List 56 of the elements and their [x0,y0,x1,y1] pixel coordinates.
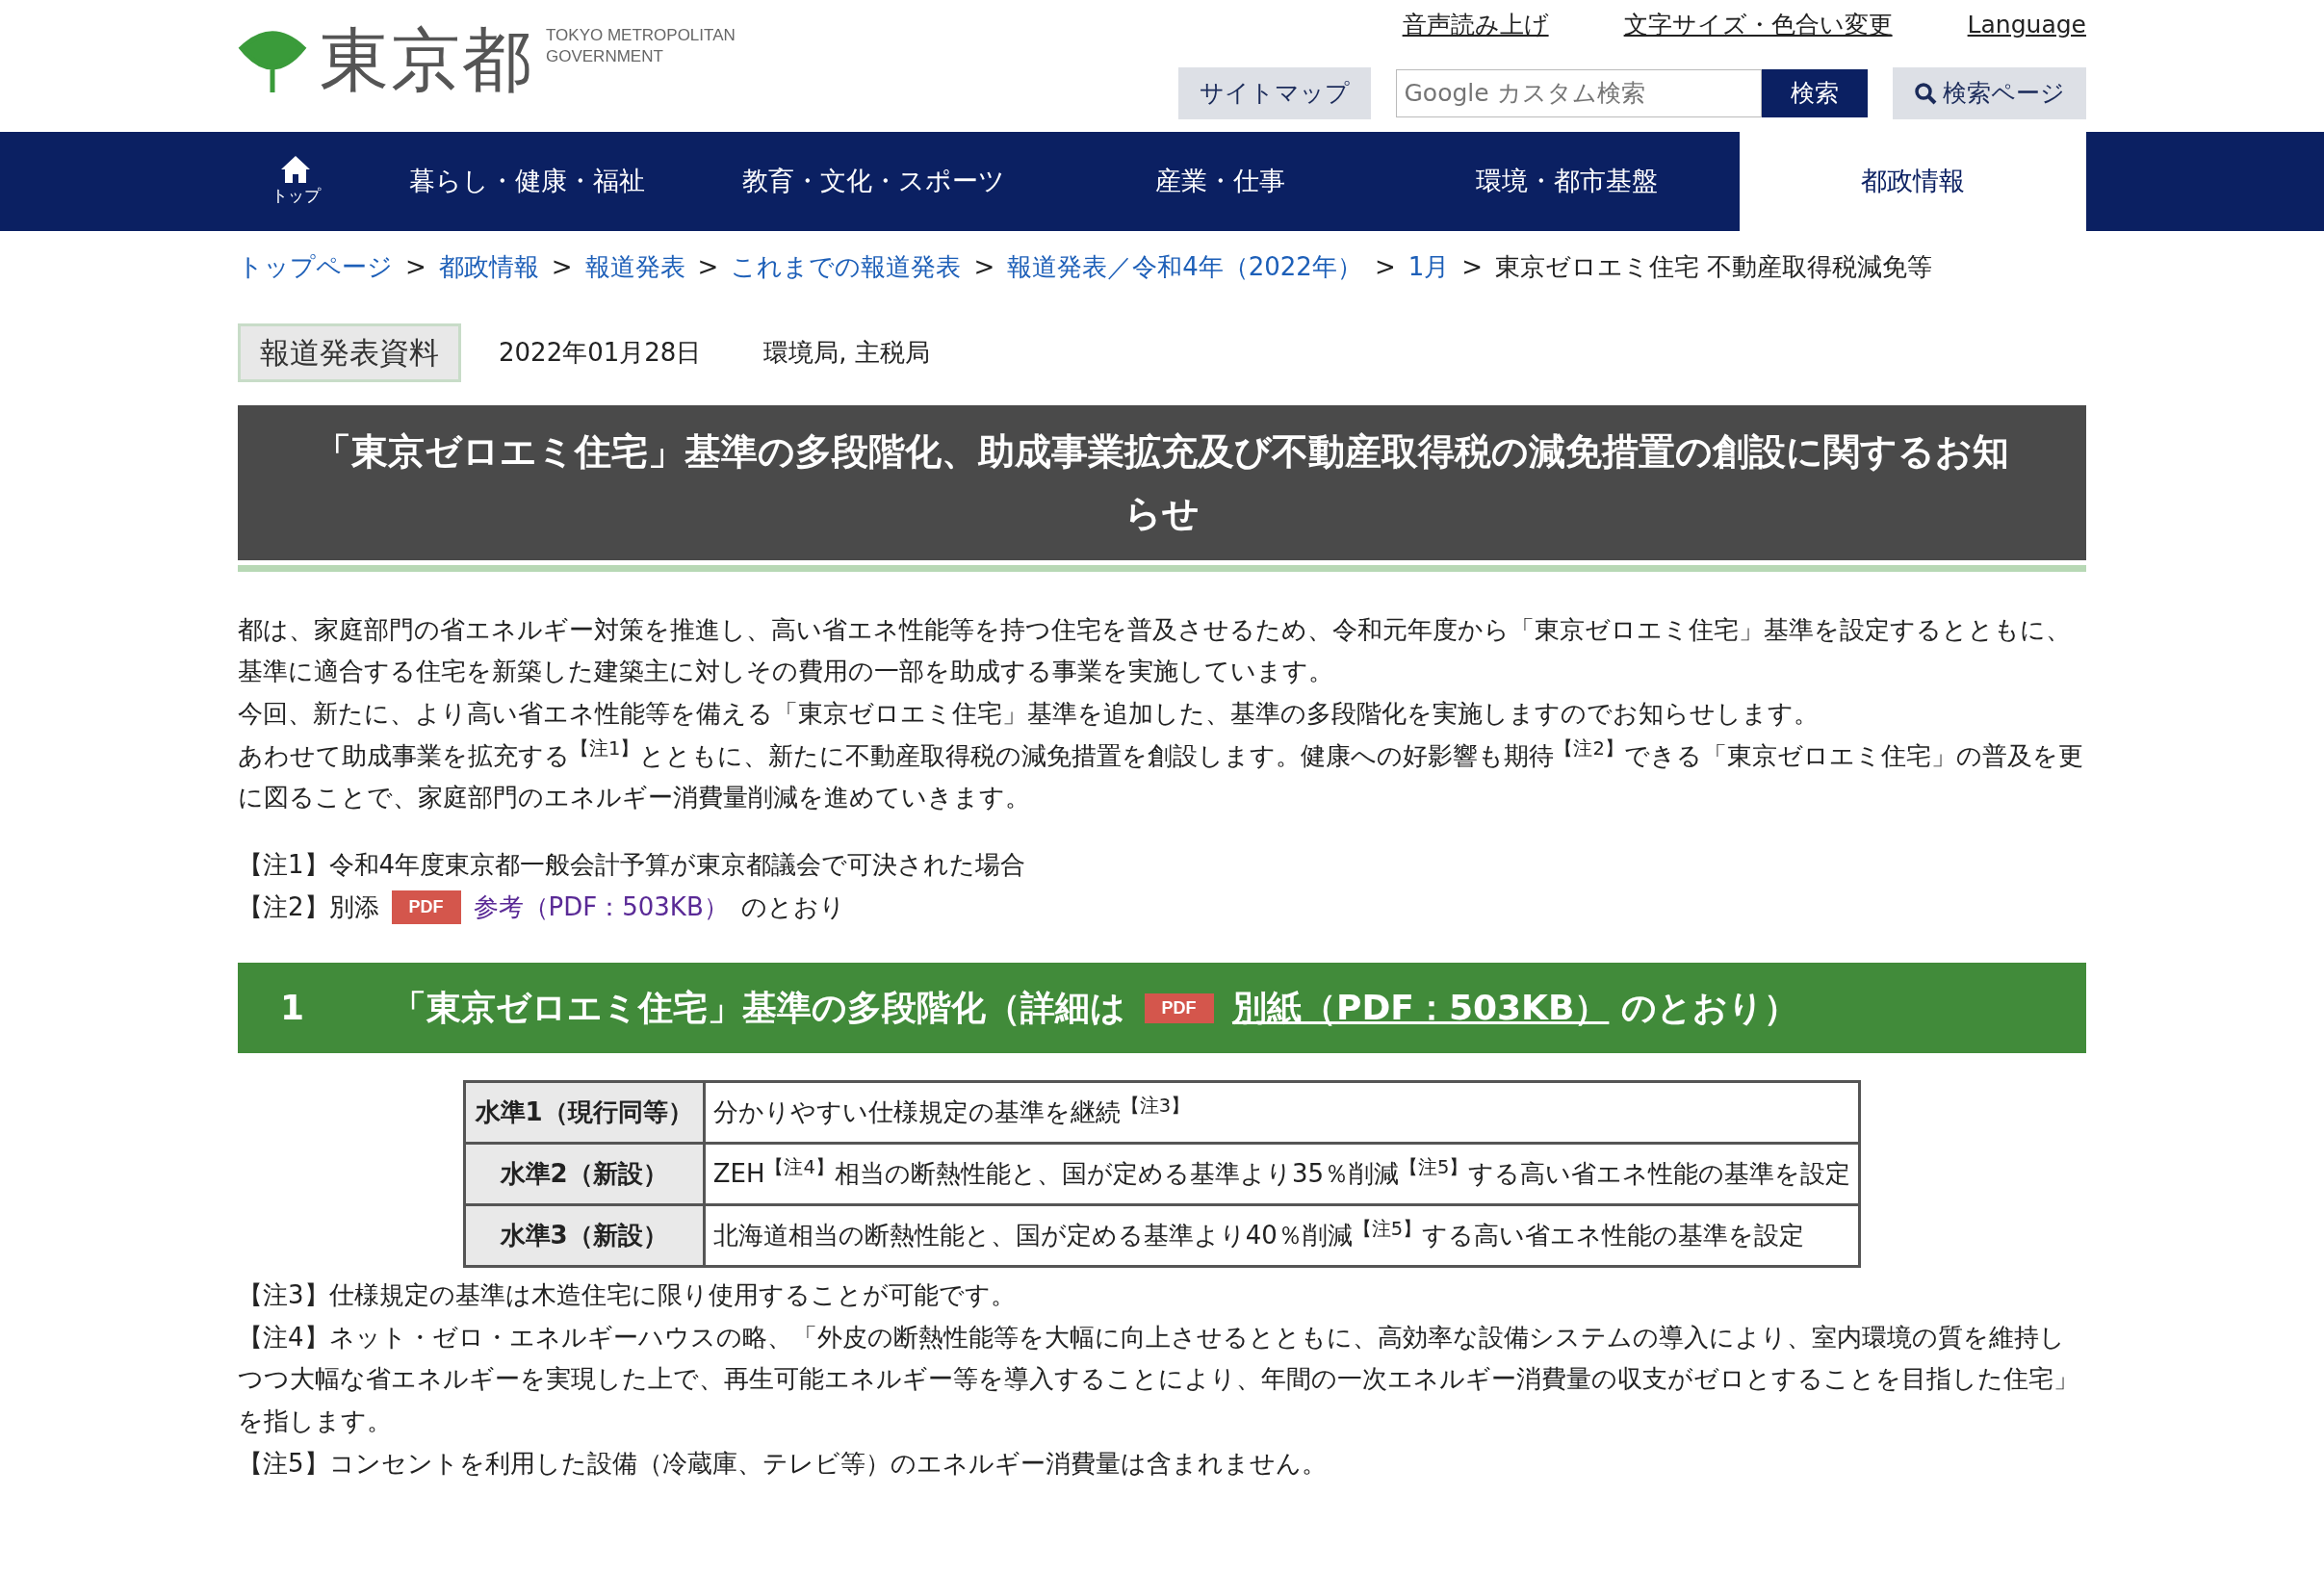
pdf-icon: PDF [1144,993,1214,1023]
search-field[interactable]: Google カスタム検索 [1395,68,1762,117]
body-paragraph: あわせて助成事業を拡充する$^{【注1】}$とともに、新たに不動産取得税の減免措置を創設します。健康への好影響も期待$^{【注2】}$できる「東京ゼロエミ住宅」の普及を更に図ることで、家庭部門のエネルギー消費量削減を進めていきます。 [238,735,2084,814]
breadcrumb-link[interactable]: 報道発表／令和4年（2022年） [1007,248,1362,286]
search-page-button[interactable]: 検索ページ [1892,67,2086,119]
pdf-icon: PDF [391,890,461,924]
body-paragraph: 都は、家庭部門の省エネルギー対策を推進し、高い省エネ性能等を持つ住宅を普及させるため、令和元年度から「東京ゼロエミ住宅」基準を設定するとともに、基準に適合する住宅を新築した建築主に対しその費用の一部を助成する事業を実施しています。 [238,613,2072,688]
pdf-link[interactable]: 別紙（PDF：503KB） [1232,982,1610,1035]
section-title: のとおり） [1621,987,1799,1030]
house-icon [280,154,311,184]
breadcrumb-link[interactable]: 報道発表 [584,248,685,286]
breadcrumb-separator: > [1461,251,1484,283]
breadcrumb-link[interactable]: 都政情報 [438,248,539,286]
footnote-text: 【注2】別添 [238,890,379,923]
breadcrumb-separator: > [973,251,995,283]
breadcrumb-separator: > [405,251,426,283]
search-icon [1913,81,1937,105]
breadcrumb-link[interactable]: トップページ [238,248,393,286]
description-cell: 分かりやすい仕様規定の基準を継続$^{【注3】}$ [704,1081,1860,1144]
search-button[interactable]: 検索 [1761,68,1868,117]
logo-text[interactable]: 東京都 [320,25,533,94]
level-cell: 水準2（新設） [464,1143,705,1205]
logo-english-text: TOKYO METROPOLITAN GOVERNMENT [546,25,736,68]
press-release-badge: 報道発表資料 [238,323,461,382]
utility-link[interactable]: Language [1967,6,2086,42]
body-paragraph: 今回、新たに、より高い省エネ性能等を備える「東京ゼロエミ住宅」基準を追加した、基準の多段階化を実施しますのでお知らせします。 [238,698,1820,731]
level-cell: 水準3（新設） [464,1204,705,1267]
section-number: 1 [280,987,305,1030]
footnote-text: 【注1】令和4年度東京都一般会計予算が東京都議会で可決された場合 [238,849,1027,882]
footnote-text: 【注5】コンセントを利用した設備（冷蔵庫、テレビ等）のエネルギー消費量は含まれません。 [238,1447,1328,1480]
breadcrumb-separator: > [1374,251,1396,283]
nav-tab[interactable]: 教育・文化・スポーツ [700,132,1046,231]
breadcrumb-separator: > [551,251,573,283]
description-cell: ZEH$^{【注4】}$相当の断熱性能と、国が定める基準より35％削減$^{【注5】}$する高い省エネ性能の基準を設定 [704,1143,1860,1205]
page-title: 「東京ゼロエミ住宅」基準の多段階化、助成事業拡充及び不動産取得税の減免措置の創設に関するお知らせ [238,404,2086,560]
nav-tab[interactable]: 産業・仕事 [1046,132,1393,231]
breadcrumb-current: 東京ゼロエミ住宅 不動産取得税減免等 [1495,251,1933,283]
pdf-link[interactable]: 参考（PDF：503KB） [473,886,729,929]
description-cell: 北海道相当の断熱性能と、国が定める基準より40％削減$^{【注5】}$する高い省エネ性能の基準を設定 [704,1204,1860,1267]
sitemap-button[interactable]: サイトマップ [1177,67,1371,119]
nav-tab[interactable]: 暮らし・健康・福祉 [353,132,700,231]
release-date: 2022年01月28日 [499,336,702,369]
breadcrumb-link[interactable]: 1月 [1407,248,1450,286]
department-text: 環境局, 主税局 [763,336,930,369]
breadcrumb-separator: > [697,251,719,283]
utility-link[interactable]: 文字サイズ・色合い変更 [1623,6,1893,42]
footnote-text: のとおり [740,890,845,923]
utility-link[interactable]: 音声読み上げ [1402,6,1549,42]
home-nav-item[interactable]: トップ [238,132,353,231]
footnote-text: 【注3】仕様規定の基準は木造住宅に限り使用することが可能です。 [238,1278,1017,1311]
section-title: 「東京ゼロエミ住宅」基準の多段階化（詳細は [392,987,1126,1030]
level-cell: 水準1（現行同等） [464,1081,705,1144]
footnote-text: 【注4】ネット・ゼロ・エネルギーハウスの略、「外皮の断熱性能等を大幅に向上させるとともに、高効率な設備システムの導入により、室内環境の質を維持しつつ大幅な省エネルギーを実現した上で、再生可能エネルギー等を導入することにより、年間の一次エネルギー消費量の収支がゼロとすることを目指した住宅」を指します。 [238,1321,2079,1437]
breadcrumb-link[interactable]: これまでの報道発表 [731,248,962,286]
nav-tab[interactable]: 環境・都市基盤 [1393,132,1740,231]
nav-tab[interactable]: 都政情報 [1740,132,2086,231]
